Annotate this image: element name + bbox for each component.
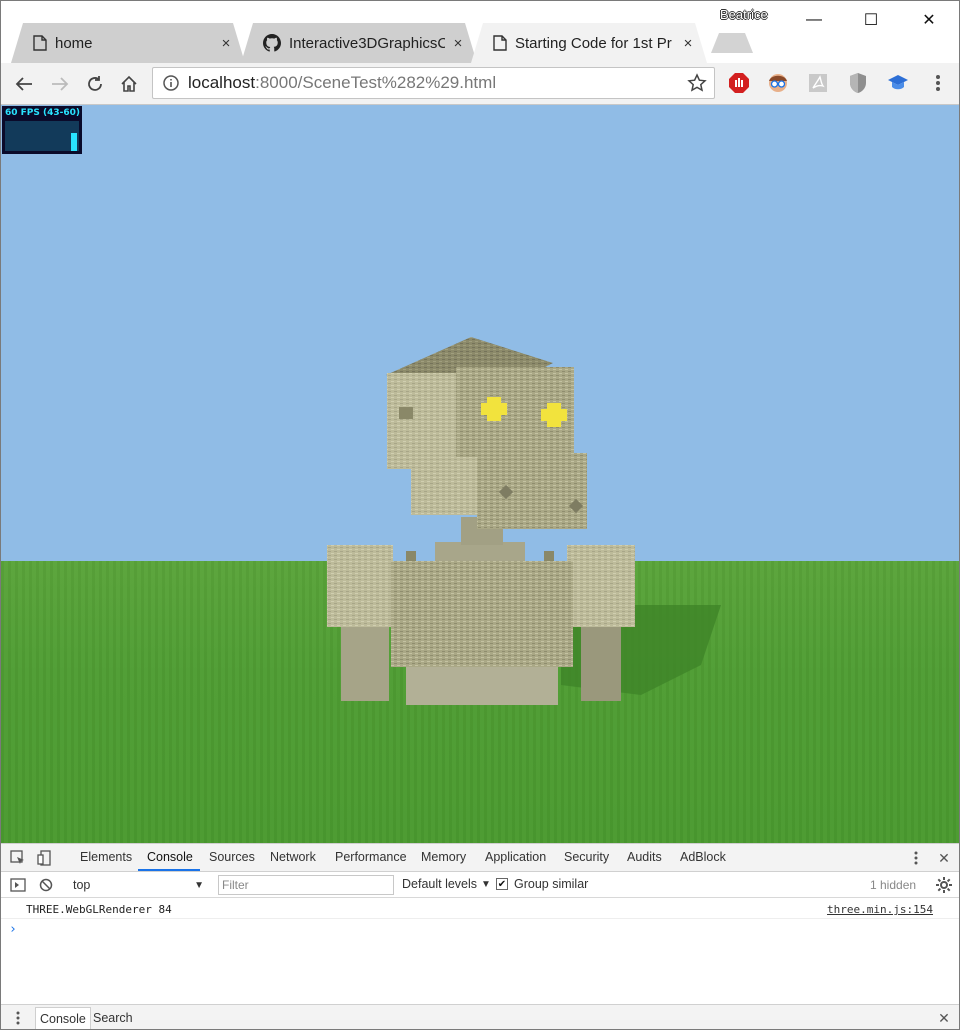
devtools-tab-bar: Elements Console Sources Network Perform… [1,844,959,872]
forward-button[interactable] [46,70,74,98]
drawer-tab-console[interactable]: Console [35,1007,91,1029]
tab-starting-code[interactable]: Starting Code for 1st Pr × [471,23,707,63]
drawer-menu-icon[interactable] [9,1009,27,1027]
devtools-tab-audits[interactable]: Audits [627,850,662,864]
address-bar[interactable]: localhost:8000/SceneTest%282%29.html [152,67,715,99]
robot-ear [399,407,413,419]
robot-bolt [406,551,416,561]
url-path: :8000/SceneTest%282%29.html [255,73,497,92]
drawer-close-icon[interactable]: ✕ [935,1009,953,1027]
maximize-button[interactable]: ☐ [848,5,894,35]
robot-leg-left [341,625,389,701]
back-arrow-icon [15,77,32,91]
devtools-tab-application[interactable]: Application [485,850,546,864]
graduation-cap-icon[interactable] [887,72,909,94]
device-toolbar-icon[interactable] [36,849,54,867]
devtools-tab-network[interactable]: Network [270,850,316,864]
robot-shoulder-left [327,545,393,627]
clear-console-icon[interactable] [37,876,55,894]
browser-window: home × Interactive3DGraphicsC × Starting… [0,0,960,1030]
github-icon [263,34,281,52]
robot-jaw [411,457,481,515]
menu-dots-icon[interactable] [927,72,949,94]
tab-strip: home × Interactive3DGraphicsC × Starting… [1,1,959,63]
show-sidebar-icon[interactable] [9,876,27,894]
console-message-text: THREE.WebGLRenderer 84 [26,903,172,916]
forward-arrow-icon [52,77,69,91]
star-icon[interactable] [687,73,707,93]
devtools-tab-sources[interactable]: Sources [209,850,255,864]
console-settings-gear-icon[interactable] [935,876,953,894]
hidden-count: 1 hidden [870,878,917,892]
console-message: THREE.WebGLRenderer 84 three.min.js:154 [1,899,959,919]
active-tab-indicator [138,869,200,871]
reload-icon [88,76,102,91]
tab-title: Starting Code for 1st Pr [515,34,672,52]
chevron-down-icon: ▼ [194,879,204,891]
profile-name[interactable]: Beatrice [720,7,768,22]
context-value: top [73,878,91,892]
group-similar-label: Group similar [514,877,589,891]
robot-torso [391,561,573,667]
pdf-icon[interactable] [807,72,829,94]
page-icon [493,35,507,51]
home-button[interactable] [115,70,143,98]
robot-pelvis [406,665,558,705]
tab-github[interactable]: Interactive3DGraphicsC × [241,23,477,63]
robot-leg-right [581,625,621,701]
log-levels-label: Default levels [402,877,478,891]
robot-bolt [544,551,554,561]
tab-close-icon[interactable]: × [219,35,233,52]
devtools-tab-memory[interactable]: Memory [421,850,466,864]
tab-close-icon[interactable]: × [451,35,465,52]
url-host: localhost [188,73,256,92]
tab-home[interactable]: home × [11,23,245,63]
tab-title: Interactive3DGraphicsC [289,34,445,52]
devtools-drawer: Console Search ✕ [1,1004,959,1029]
robot-scene [327,337,721,705]
devtools-tab-security[interactable]: Security [564,850,609,864]
drawer-tab-search[interactable]: Search [89,1007,137,1029]
fps-graph [5,121,79,151]
fps-bar [71,133,77,151]
devtools-tab-performance[interactable]: Performance [335,850,407,864]
console-message-source-link[interactable]: three.min.js:154 [827,903,933,916]
back-button[interactable] [10,70,38,98]
console-prompt[interactable]: › [9,922,17,937]
shield-icon[interactable] [847,72,869,94]
new-tab-button[interactable] [711,33,753,53]
context-selector[interactable]: top ▼ [66,875,208,895]
robot-shoulder-right [567,545,635,627]
devtools-tab-elements[interactable]: Elements [80,850,132,864]
log-levels-dropdown[interactable]: Default levels ▼ [402,877,491,891]
devtools-tab-console[interactable]: Console [147,850,193,864]
fps-stats-panel[interactable]: 60 FPS (43-60) [2,106,82,154]
reload-button[interactable] [81,70,109,98]
close-window-button[interactable]: ✕ [906,5,952,35]
page-icon [33,35,47,51]
devtools-close-icon[interactable]: ✕ [935,849,953,867]
group-similar-checkbox[interactable]: ✔ [496,878,508,890]
tab-close-icon[interactable]: × [681,35,695,52]
avatar-glasses-icon[interactable] [767,72,789,94]
minimize-button[interactable]: — [791,5,837,35]
devtools-menu-icon[interactable] [907,849,925,867]
adblock-icon[interactable] [728,72,750,94]
levels-caret-icon: ▼ [481,878,491,890]
devtools-tab-adblock[interactable]: AdBlock [680,850,726,864]
webgl-canvas[interactable]: 60 FPS (43-60) [1,105,959,843]
fps-readout: 60 FPS (43-60) [5,108,81,118]
console-filter-bar: top ▼ Filter Default levels ▼ ✔ Group si… [1,872,959,898]
inspect-element-icon[interactable] [9,849,27,867]
browser-toolbar: localhost:8000/SceneTest%282%29.html [1,63,959,105]
devtools-panel: Elements Console Sources Network Perform… [1,843,959,1029]
tab-title: home [55,34,93,52]
robot-mouth-panel [477,453,587,529]
info-icon[interactable] [162,74,180,92]
group-similar-toggle[interactable]: ✔ Group similar [496,877,588,891]
console-filter-input[interactable]: Filter [218,875,394,895]
robot-head-left [387,373,457,469]
home-icon [121,75,137,92]
